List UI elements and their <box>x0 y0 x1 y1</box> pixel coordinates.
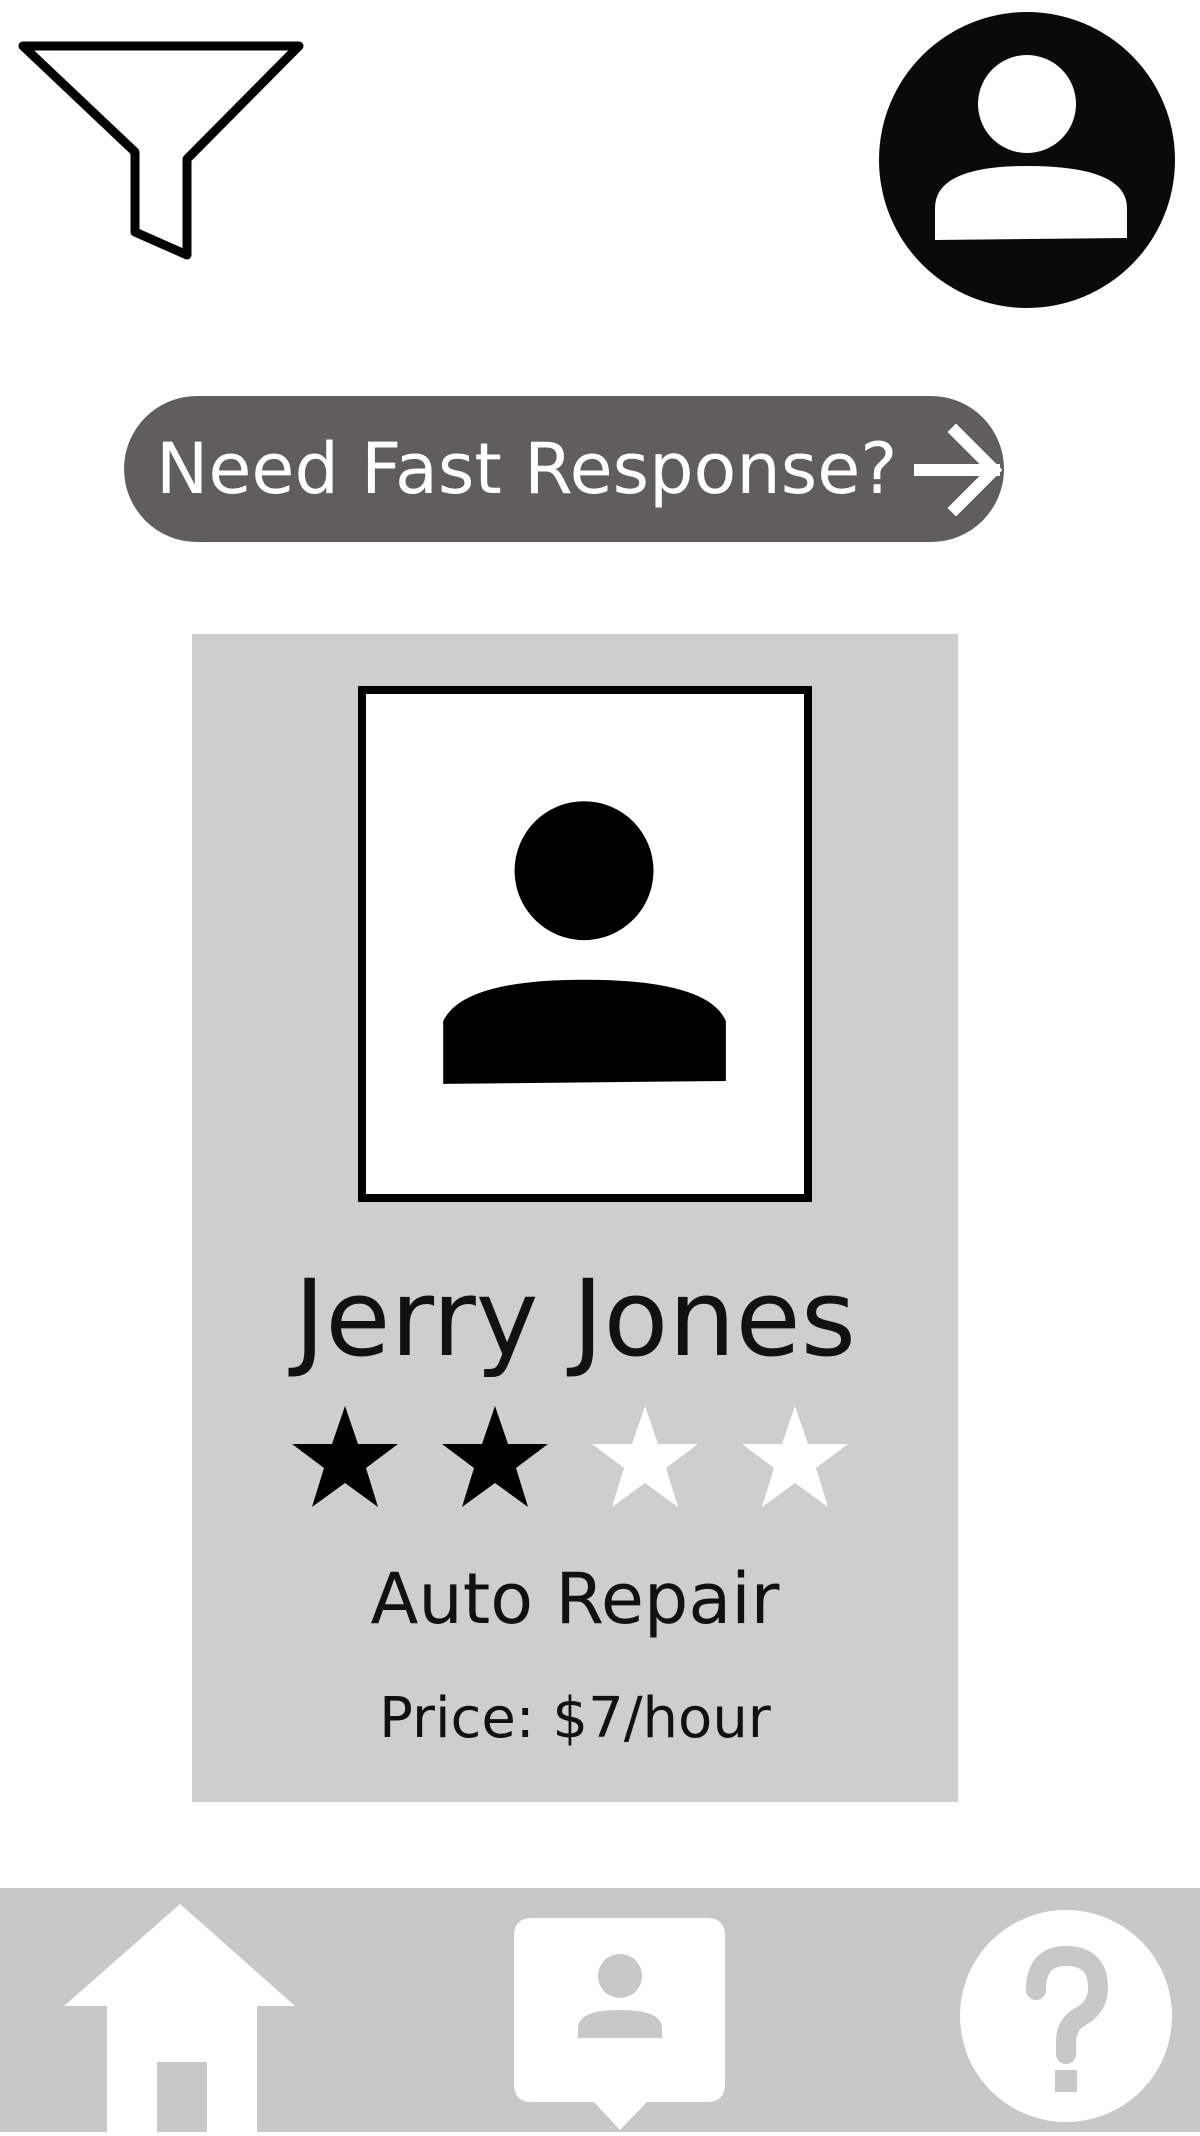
provider-name: Jerry Jones <box>294 1257 856 1380</box>
star-empty-icon <box>592 1406 698 1507</box>
provider-photo <box>358 686 812 1202</box>
nav-contact-button[interactable] <box>512 1916 727 2132</box>
provider-category: Auto Repair <box>370 1558 780 1640</box>
contact-chat-icon <box>514 1918 725 2130</box>
user-avatar-icon <box>879 12 1175 308</box>
star-empty-icon <box>742 1406 848 1507</box>
nav-help-button[interactable] <box>958 1908 1174 2124</box>
filter-funnel-icon <box>18 41 304 260</box>
provider-card[interactable]: Jerry Jones Auto Repair Price: $7/hour <box>192 634 958 1802</box>
star-filled-icon <box>292 1406 398 1507</box>
profile-avatar-button[interactable] <box>875 8 1180 311</box>
fast-response-label: Need Fast Response? <box>156 428 898 510</box>
provider-price: Price: $7/hour <box>379 1686 771 1751</box>
star-rating <box>290 1404 850 1514</box>
home-icon <box>64 1904 295 2132</box>
help-icon <box>960 1910 1172 2122</box>
person-placeholder-icon <box>443 801 726 1084</box>
bottom-nav <box>0 1888 1200 2132</box>
fast-response-button[interactable]: Need Fast Response? <box>124 396 1004 542</box>
nav-home-button[interactable] <box>62 1902 297 2132</box>
star-filled-icon <box>442 1406 548 1507</box>
filter-button[interactable] <box>14 36 314 266</box>
arrow-right-icon <box>914 424 1002 516</box>
